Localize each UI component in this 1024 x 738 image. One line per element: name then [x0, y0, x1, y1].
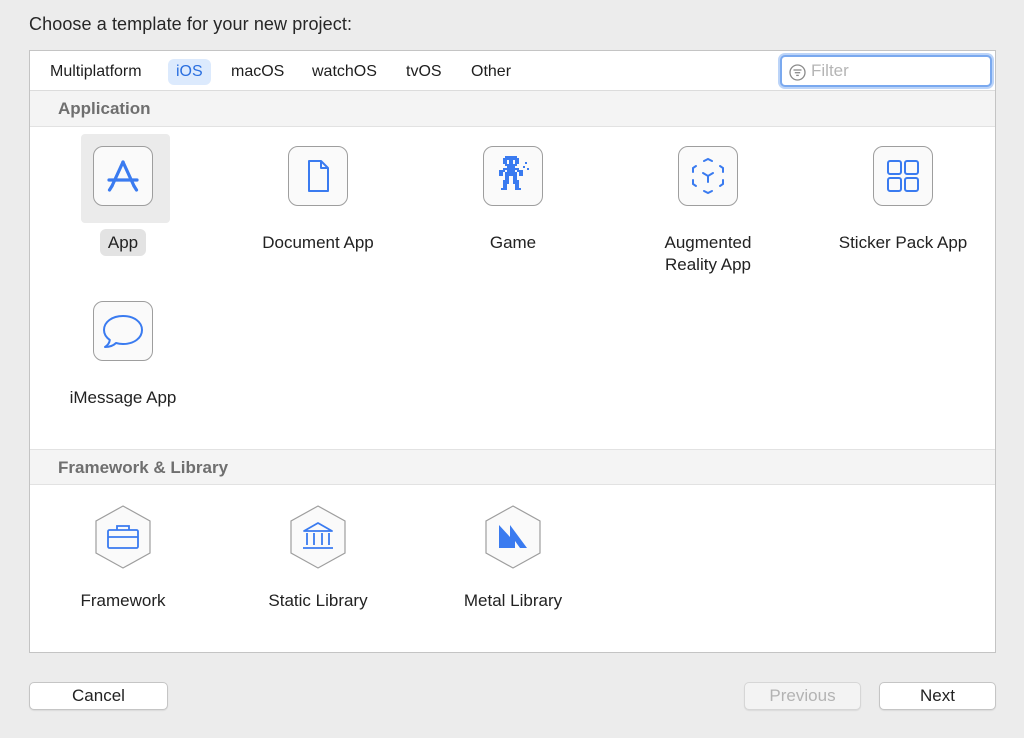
filter-field[interactable]: [780, 55, 992, 87]
filter-icon: [789, 64, 806, 81]
new-project-dialog: Choose a template for your new project: …: [0, 0, 1024, 738]
next-button[interactable]: Next: [879, 682, 996, 710]
tab-watchos[interactable]: watchOS: [304, 59, 385, 85]
template-label: Metal Library: [463, 591, 563, 610]
app-store-icon: [93, 146, 153, 206]
filter-input[interactable]: [811, 59, 983, 83]
tab-ios[interactable]: iOS: [168, 59, 211, 85]
template-label: Sticker Pack App: [838, 233, 968, 252]
dialog-heading: Choose a template for your new project:: [29, 14, 353, 34]
section-header-application: Application: [30, 91, 995, 127]
ar-cube-icon: [678, 146, 738, 206]
tab-multiplatform[interactable]: Multiplatform: [42, 59, 150, 85]
tab-macos[interactable]: macOS: [223, 59, 292, 85]
template-label: Augmented Reality App: [664, 233, 752, 274]
speech-bubble-icon: [93, 301, 153, 361]
document-icon: [288, 146, 348, 206]
tab-tvos[interactable]: tvOS: [398, 59, 450, 85]
template-panel: Multiplatform iOS macOS watchOS tvOS Oth…: [29, 50, 996, 653]
template-label: Static Library: [268, 591, 368, 610]
section-header-framework-library: Framework & Library: [30, 449, 995, 485]
template-static-library[interactable]: Static Library: [228, 492, 408, 642]
metal-icon: [485, 505, 541, 569]
grid-icon: [873, 146, 933, 206]
platform-tabbar: Multiplatform iOS macOS watchOS tvOS Oth…: [30, 51, 995, 91]
game-sprite-icon: [483, 146, 543, 206]
building-icon: [290, 505, 346, 569]
previous-button[interactable]: Previous: [744, 682, 861, 710]
template-imessage-app[interactable]: iMessage App: [33, 289, 213, 439]
template-label: App: [33, 229, 213, 256]
template-metal-library[interactable]: Metal Library: [423, 492, 603, 642]
template-label: Document App: [262, 233, 374, 252]
template-label: Game: [489, 233, 537, 252]
template-label: iMessage App: [69, 388, 177, 407]
template-framework[interactable]: Framework: [33, 492, 213, 642]
template-augmented-reality-app[interactable]: Augmented Reality App: [618, 134, 798, 284]
template-sticker-pack-app[interactable]: Sticker Pack App: [813, 134, 993, 284]
template-label: Framework: [80, 591, 166, 610]
template-app[interactable]: App: [33, 134, 213, 284]
template-game[interactable]: Game: [423, 134, 603, 284]
cancel-button[interactable]: Cancel: [29, 682, 168, 710]
template-document-app[interactable]: Document App: [228, 134, 408, 284]
tab-other[interactable]: Other: [463, 59, 519, 85]
toolbox-icon: [95, 505, 151, 569]
